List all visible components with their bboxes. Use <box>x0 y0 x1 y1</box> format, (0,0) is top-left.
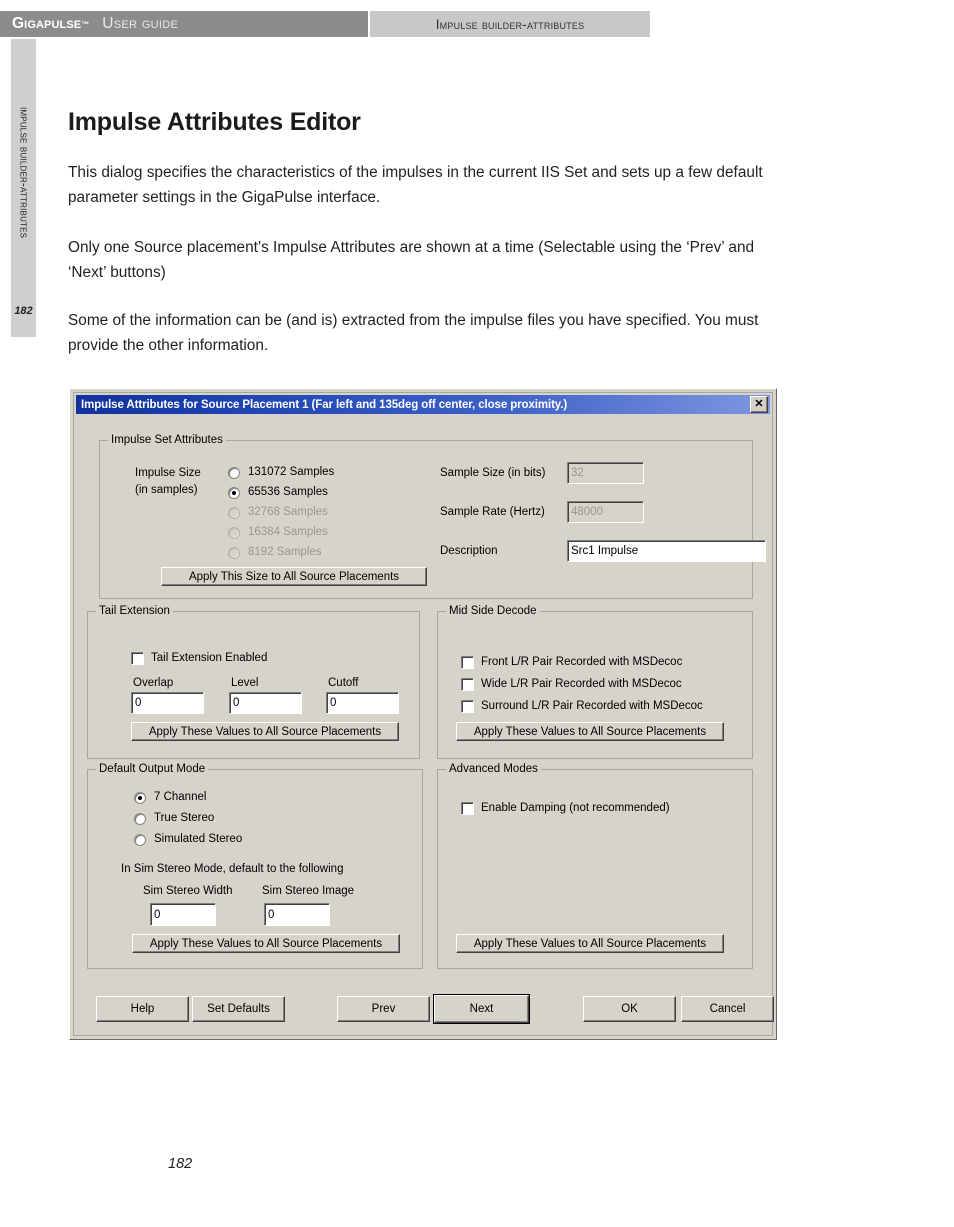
radio-label-impulse-size-16384: 16384 Samples <box>248 526 328 538</box>
radio-impulse-size-32768 <box>228 507 240 519</box>
dialog-titlebar[interactable]: Impulse Attributes for Source Placement … <box>76 395 770 414</box>
side-tab-label: Impulse Builder-Attributes <box>17 107 30 239</box>
page-title: Impulse Attributes Editor <box>68 108 361 136</box>
apply-mid-side-decode-to-all-button[interactable]: Apply These Values to All Source Placeme… <box>456 722 724 741</box>
group-title-impulse-set-attributes: Impulse Set Attributes <box>108 434 226 446</box>
level-field[interactable]: 0 <box>229 692 302 714</box>
radio-label-impulse-size-8192: 8192 Samples <box>248 546 322 558</box>
trademark-symbol: ™ <box>81 19 90 29</box>
body-paragraph-2: Only one Source placement’s Impulse Attr… <box>68 239 755 281</box>
radio-output-7-channel[interactable] <box>134 792 146 804</box>
apply-advanced-modes-to-all-button[interactable]: Apply These Values to All Source Placeme… <box>456 934 724 953</box>
cutoff-field[interactable]: 0 <box>326 692 399 714</box>
radio-label-impulse-size-65536: 65536 Samples <box>248 486 328 498</box>
label-surround-lr-msdecode: Surround L/R Pair Recorded with MSDecoc <box>481 700 703 712</box>
body-paragraph-1: This dialog specifies the characteristic… <box>68 164 763 206</box>
impulse-attributes-dialog: Impulse Attributes for Source Placement … <box>69 388 777 1040</box>
radio-impulse-size-16384 <box>228 527 240 539</box>
radio-impulse-size-8192 <box>228 547 240 559</box>
radio-label-impulse-size-131072: 131072 Samples <box>248 466 335 478</box>
radio-impulse-size-131072[interactable] <box>228 467 240 479</box>
overlap-label: Overlap <box>133 677 174 689</box>
impulse-size-label-line1: Impulse Size <box>135 467 201 479</box>
header-band-right: Impulse Builder-Attributes <box>370 11 650 37</box>
checkbox-surround-lr-msdecode[interactable] <box>461 700 474 713</box>
radio-label-output-simulated-stereo: Simulated Stereo <box>154 833 243 845</box>
radio-output-simulated-stereo[interactable] <box>134 834 146 846</box>
description-label: Description <box>440 545 498 557</box>
checkbox-enable-damping[interactable] <box>461 802 474 815</box>
group-default-output-mode: Default Output Mode 7 Channel True Stere… <box>87 763 423 969</box>
group-title-advanced-modes: Advanced Modes <box>446 763 541 775</box>
label-wide-lr-msdecode: Wide L/R Pair Recorded with MSDecoc <box>481 678 682 690</box>
brand-name: GigaPulse <box>12 15 82 32</box>
label-tail-extension-enabled: Tail Extension Enabled <box>151 652 268 664</box>
dialog-title: Impulse Attributes for Source Placement … <box>81 398 568 411</box>
sample-size-label: Sample Size (in bits) <box>440 467 546 479</box>
sim-stereo-width-label: Sim Stereo Width <box>143 885 233 897</box>
ok-button[interactable]: OK <box>583 996 676 1022</box>
next-button[interactable]: Next <box>433 994 530 1024</box>
header-band-left: GigaPulse ™ User Guide <box>0 11 368 37</box>
side-tab: Impulse Builder-Attributes 182 <box>11 39 36 337</box>
prev-button[interactable]: Prev <box>337 996 430 1022</box>
sim-stereo-note: In Sim Stereo Mode, default to the follo… <box>121 863 344 875</box>
page-header: GigaPulse ™ User Guide Impulse Builder-At… <box>0 11 954 37</box>
overlap-field[interactable]: 0 <box>131 692 204 714</box>
body-paragraph-3: Some of the information can be (and is) … <box>68 312 759 354</box>
cutoff-label: Cutoff <box>328 677 359 689</box>
sim-stereo-image-label: Sim Stereo Image <box>262 885 355 897</box>
apply-size-to-all-button[interactable]: Apply This Size to All Source Placements <box>161 567 427 586</box>
checkbox-front-lr-msdecode[interactable] <box>461 656 474 669</box>
sample-rate-field: 48000 <box>567 501 644 523</box>
group-tail-extension: Tail Extension Tail Extension Enabled Ov… <box>87 605 420 759</box>
help-button[interactable]: Help <box>96 996 189 1022</box>
sim-stereo-width-field[interactable]: 0 <box>150 903 216 926</box>
header-section-label: Impulse Builder-Attributes <box>435 16 585 32</box>
radio-label-impulse-size-32768: 32768 Samples <box>248 506 328 518</box>
level-label: Level <box>231 677 259 689</box>
group-title-tail-extension: Tail Extension <box>96 605 173 617</box>
checkbox-tail-extension-enabled[interactable] <box>131 652 144 665</box>
radio-label-output-7-channel: 7 Channel <box>154 791 207 803</box>
group-title-mid-side-decode: Mid Side Decode <box>446 605 540 617</box>
dialog-body: Impulse Set Attributes Impulse Size (in … <box>74 416 774 1035</box>
apply-tail-extension-to-all-button[interactable]: Apply These Values to All Source Placeme… <box>131 722 399 741</box>
radio-impulse-size-65536[interactable] <box>228 487 240 499</box>
radio-label-output-true-stereo: True Stereo <box>154 812 215 824</box>
group-title-default-output-mode: Default Output Mode <box>96 763 209 775</box>
header-guide-label: User Guide <box>102 15 179 32</box>
sample-rate-label: Sample Rate (Hertz) <box>440 506 545 518</box>
cancel-button[interactable]: Cancel <box>681 996 774 1022</box>
checkbox-wide-lr-msdecode[interactable] <box>461 678 474 691</box>
description-field[interactable]: Src1 Impulse <box>567 540 766 562</box>
group-impulse-set-attributes: Impulse Set Attributes Impulse Size (in … <box>99 434 766 599</box>
side-tab-page-number: 182 <box>14 305 33 317</box>
dialog-inner-frame: Impulse Attributes for Source Placement … <box>73 392 774 1036</box>
footer-page-number: 182 <box>168 1156 193 1172</box>
set-defaults-button[interactable]: Set Defaults <box>192 996 285 1022</box>
label-enable-damping: Enable Damping (not recommended) <box>481 802 670 814</box>
label-front-lr-msdecode: Front L/R Pair Recorded with MSDecoc <box>481 656 683 668</box>
impulse-size-label-line2: (in samples) <box>135 484 198 496</box>
group-mid-side-decode: Mid Side Decode Front L/R Pair Recorded … <box>437 605 753 759</box>
sample-size-field: 32 <box>567 462 644 484</box>
next-button-label: Next <box>434 995 529 1023</box>
group-advanced-modes: Advanced Modes Enable Damping (not recom… <box>437 763 753 969</box>
apply-default-output-mode-to-all-button[interactable]: Apply These Values to All Source Placeme… <box>132 934 400 953</box>
close-icon[interactable]: ✕ <box>750 396 768 413</box>
sim-stereo-image-field[interactable]: 0 <box>264 903 330 926</box>
radio-output-true-stereo[interactable] <box>134 813 146 825</box>
